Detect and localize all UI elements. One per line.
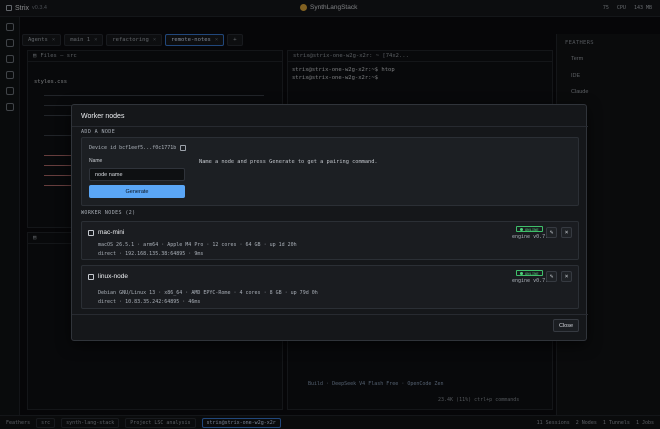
- pencil-icon: ✎: [549, 229, 554, 236]
- pairing-hint: Name a node and press Generate to get a …: [199, 159, 378, 165]
- computer-icon: [88, 274, 94, 280]
- node-name-input[interactable]: [89, 168, 185, 181]
- add-node-section: Device id bcf1eef5...f0c1771b Name Gener…: [81, 137, 579, 206]
- remove-node-button[interactable]: ×: [561, 271, 572, 282]
- close-icon: ×: [564, 273, 569, 280]
- remove-node-button[interactable]: ×: [561, 227, 572, 238]
- worker-node-card: mac-mini ONLINE engine v0.7.4 ✎ × macOS …: [81, 221, 579, 260]
- pencil-icon: ✎: [549, 273, 554, 280]
- node-connection: direct · 192.168.135.38:64895 · 9ms: [98, 251, 204, 257]
- device-id: Device id bcf1eef5...f0c1771b: [89, 145, 187, 151]
- device-id-text: Device id bcf1eef5...f0c1771b: [89, 145, 177, 151]
- worker-nodes-count: (2): [125, 210, 136, 216]
- node-name: linux-node: [98, 273, 128, 280]
- node-connection: direct · 10.83.35.242:64895 · 46ms: [98, 299, 201, 305]
- worker-nodes-dialog: Worker nodes ADD A NODE Device id bcf1ee…: [71, 104, 588, 341]
- close-icon: ×: [564, 229, 569, 236]
- worker-nodes-label: WORKER NODES (2): [81, 210, 136, 216]
- node-name: mac-mini: [98, 229, 125, 236]
- status-text: ONLINE: [525, 270, 539, 276]
- copy-icon[interactable]: [180, 145, 187, 151]
- online-dot-icon: [520, 227, 523, 231]
- worker-nodes-label-text: WORKER NODES: [81, 210, 122, 216]
- node-spec: macOS 26.5.1 · arm64 · Apple M4 Pro · 12…: [98, 242, 297, 248]
- status-badge: ONLINE: [516, 226, 543, 232]
- add-node-label: ADD A NODE: [81, 129, 116, 135]
- divider: [72, 126, 588, 127]
- edit-node-button[interactable]: ✎: [546, 271, 557, 282]
- node-spec: Debian GNU/Linux 13 · x86_64 · AMD EPYC-…: [98, 290, 318, 296]
- divider: [72, 314, 588, 315]
- name-label: Name: [89, 158, 103, 164]
- status-text: ONLINE: [525, 226, 539, 232]
- worker-node-card: linux-node ONLINE engine v0.7.4 ✎ × Debi…: [81, 265, 579, 309]
- edit-node-button[interactable]: ✎: [546, 227, 557, 238]
- online-dot-icon: [520, 271, 523, 275]
- close-button[interactable]: Close: [553, 319, 579, 332]
- computer-icon: [88, 230, 94, 236]
- status-badge: ONLINE: [516, 270, 543, 276]
- dialog-title: Worker nodes: [81, 113, 125, 120]
- generate-button[interactable]: Generate: [89, 185, 185, 198]
